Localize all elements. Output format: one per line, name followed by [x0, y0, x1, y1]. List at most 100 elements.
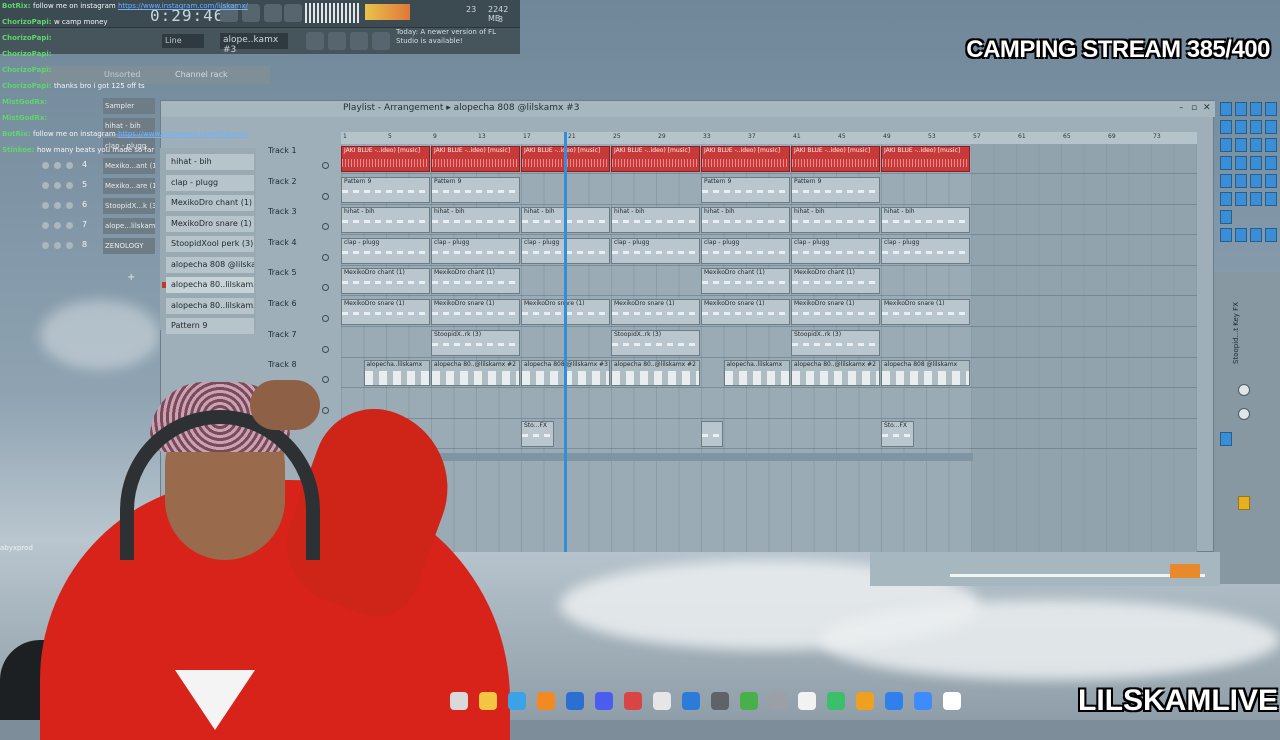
playlist-clip[interactable]: MexikoDro snare (1) — [341, 299, 430, 325]
solo-dot[interactable] — [54, 202, 61, 209]
chat-username[interactable]: MistGodRx: — [2, 98, 47, 106]
pan-dot[interactable] — [66, 222, 73, 229]
playlist-clip[interactable]: hihat - bih — [791, 207, 880, 234]
fl-studio-icon[interactable] — [856, 692, 874, 710]
whatsapp-icon[interactable] — [827, 692, 845, 710]
track-lane[interactable]: hihat - bih hihat - bih hihat - bih hihat -… — [341, 205, 1197, 236]
channel-row[interactable]: 6 StoopidX...k (3) — [40, 198, 160, 214]
chat-username[interactable]: ChorizoPapi: — [2, 82, 54, 90]
mixer-track-button[interactable] — [1250, 228, 1262, 242]
app-icon[interactable] — [798, 692, 816, 710]
mixer-track-button[interactable] — [1220, 102, 1232, 116]
mixer-track-button[interactable] — [1265, 120, 1277, 134]
track-mute-icon[interactable] — [322, 315, 329, 322]
mixer-track-button[interactable] — [1265, 138, 1277, 152]
pattern-item[interactable]: alopecha 80..lilskamx #2 — [166, 297, 254, 314]
notepad-icon[interactable] — [885, 692, 903, 710]
chrome-icon[interactable] — [479, 692, 497, 710]
track-lane[interactable]: JAKI BLUE -..ideo) [music] JAKI BLUE -..i… — [341, 144, 1197, 174]
browser-button[interactable] — [372, 32, 390, 50]
playlist-clip[interactable]: StoopidX..rk (3) — [611, 329, 700, 356]
playlist-clip[interactable]: JAKI BLUE -..ideo) [music] — [701, 146, 790, 172]
track-header[interactable]: Track 6 — [267, 297, 341, 327]
mixer-track-button[interactable] — [1220, 192, 1232, 206]
mixer-track-button[interactable] — [1235, 156, 1247, 170]
mixer-track-button[interactable] — [1220, 138, 1232, 152]
playlist-clip[interactable]: MexikoDro chant (1) — [791, 268, 880, 295]
insert-fx-button[interactable] — [1238, 496, 1250, 510]
mixer-track-button[interactable] — [1220, 120, 1232, 134]
track-lane[interactable]: MexikoDro snare (1) MexikoDro snare (1) Me… — [341, 297, 1197, 327]
store-icon[interactable] — [537, 692, 555, 710]
mixer-track-button[interactable] — [1235, 120, 1247, 134]
playlist-clip[interactable]: Pattern 9 — [341, 176, 430, 203]
playlist-clip[interactable]: MexikoDro chant (1) — [341, 268, 430, 295]
add-channel-button[interactable]: + — [127, 272, 135, 283]
chat-username[interactable]: ChorizoPapi: — [2, 66, 52, 74]
track-header[interactable]: Track 7 — [267, 328, 341, 358]
playlist-clip[interactable] — [701, 421, 723, 448]
photoshop-icon[interactable] — [566, 692, 584, 710]
track-mute-icon[interactable] — [322, 223, 329, 231]
mixer-track-button[interactable] — [1220, 156, 1232, 170]
track-header[interactable]: Track 2 — [267, 175, 341, 205]
snap-button[interactable] — [306, 32, 324, 50]
pattern-item[interactable]: MexikoDro snare (1) — [166, 215, 254, 232]
settings-icon[interactable] — [740, 692, 758, 710]
piano-button[interactable] — [350, 32, 368, 50]
track-header[interactable]: Track 4 — [267, 236, 341, 266]
mixer-track-button[interactable] — [1235, 228, 1247, 242]
playlist-clip[interactable]: MexikoDro snare (1) — [881, 299, 970, 325]
playlist-clip[interactable]: alopecha 808 @lilskamx — [881, 360, 970, 387]
chat-link[interactable]: https://www.instagram.com/lilskamx/ — [118, 2, 248, 10]
mixer-track-button[interactable] — [1220, 228, 1232, 242]
mute-dot[interactable] — [42, 222, 49, 229]
playlist-clip[interactable]: Sto...FX — [881, 421, 914, 448]
playlist-clip[interactable]: JAKI BLUE -..ideo) [music] — [431, 146, 520, 172]
playlist-clip[interactable]: alopecha 80..@lilskamx #2 — [611, 360, 700, 387]
playlist-clip[interactable]: clap - plugg — [341, 237, 430, 264]
pattern-item[interactable]: Pattern 9 — [166, 318, 254, 334]
track-lane[interactable]: clap - plugg clap - plugg clap - plugg clap… — [341, 236, 1197, 266]
chat-username[interactable]: BotRix: — [2, 130, 33, 138]
track-mute-icon[interactable] — [322, 162, 329, 169]
playlist-clip[interactable]: alopecha 80..@lilskamx #2 — [791, 360, 880, 387]
solo-dot[interactable] — [54, 182, 61, 189]
track-lane[interactable]: StoopidX..rk (3) StoopidX..rk (3) StoopidX… — [341, 328, 1197, 358]
solo-dot[interactable] — [54, 242, 61, 249]
playlist-clip[interactable]: Pattern 9 — [791, 176, 880, 203]
mixer-track-button[interactable] — [1265, 102, 1277, 116]
pattern-item[interactable]: MexikoDro chant (1) — [166, 195, 254, 211]
channel-name[interactable]: ZENOLOGY — [103, 238, 155, 254]
mixer-track-button[interactable] — [1235, 192, 1247, 206]
zoom-thumb[interactable] — [1170, 564, 1200, 578]
mixer-track-button[interactable] — [1235, 102, 1247, 116]
playlist-clip[interactable]: JAKI BLUE -..ideo) [music] — [611, 146, 700, 172]
playhead[interactable] — [564, 132, 567, 552]
playlist-clip[interactable]: MexikoDro snare (1) — [701, 299, 790, 325]
minimize-icon[interactable]: – — [1179, 103, 1184, 113]
maximize-icon[interactable]: ▫ — [1191, 103, 1197, 113]
app-icon[interactable] — [769, 692, 787, 710]
pattern-item[interactable]: alopecha 808 @lilskamx — [166, 256, 254, 273]
mixer-track-button[interactable] — [1220, 210, 1232, 224]
photos-icon[interactable] — [914, 692, 932, 710]
vpn-icon[interactable] — [682, 692, 700, 710]
playlist-clip[interactable]: hihat - bih — [881, 207, 970, 234]
mute-dot[interactable] — [42, 242, 49, 249]
playlist-clip[interactable]: hihat - bih — [701, 207, 790, 234]
channel-name[interactable]: StoopidX...k (3) — [103, 198, 155, 214]
playlist-clip[interactable]: MexikoDro snare (1) — [431, 299, 520, 325]
mixer-track-button[interactable] — [1250, 120, 1262, 134]
mixer-track-button[interactable] — [1265, 174, 1277, 188]
chat-username[interactable]: ChorizoPapi: — [2, 34, 52, 42]
playlist-clip[interactable]: alopecha..lilskamx — [723, 360, 790, 387]
mixer-track-button[interactable] — [1265, 192, 1277, 206]
track-mute-icon[interactable] — [322, 284, 329, 292]
mixer-track-button[interactable] — [1235, 138, 1247, 152]
channel-row[interactable]: 7 alope...lilskamx — [40, 218, 160, 234]
pattern-item[interactable]: clap - plugg — [166, 174, 254, 191]
volume-knob[interactable] — [1238, 384, 1250, 396]
playlist-clip[interactable]: hihat - bih — [431, 207, 520, 234]
pattern-item[interactable]: alopecha 80..lilskamx #3 — [166, 277, 254, 293]
